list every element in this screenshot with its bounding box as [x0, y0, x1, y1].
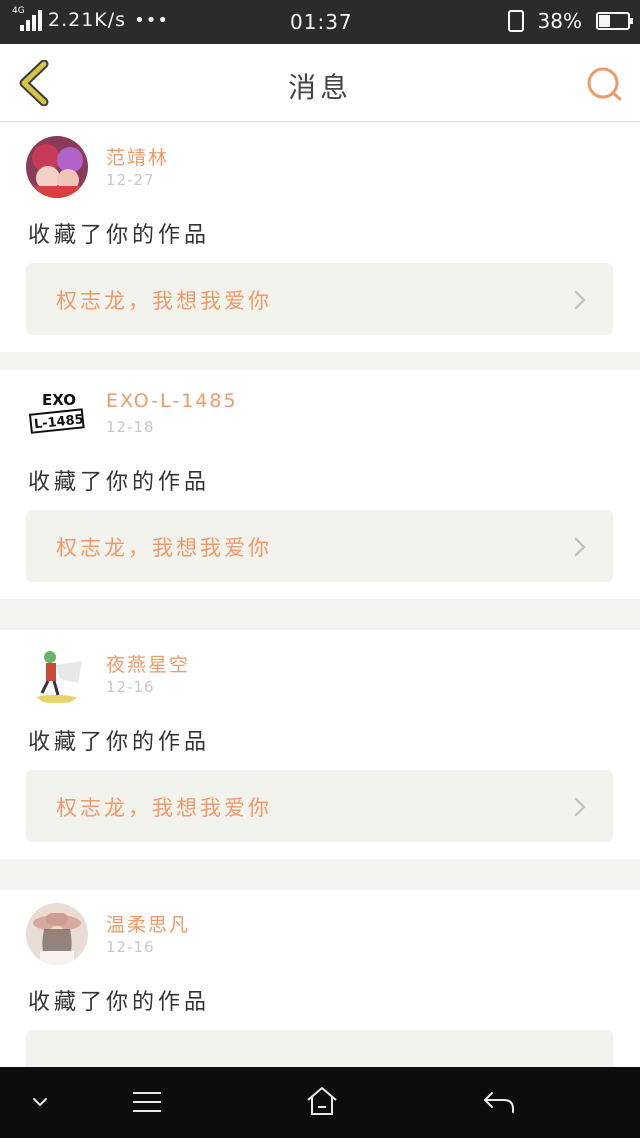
notification-date: 12-18	[106, 418, 155, 436]
status-right: 38%	[507, 9, 633, 33]
work-link[interactable]: 权志龙，我想我爱你	[26, 263, 613, 335]
notification-action: 收藏了你的作品	[28, 990, 211, 1015]
work-title: 权志龙，我想我爱你	[56, 289, 272, 313]
notification-date: 12-27	[106, 171, 155, 189]
avatar[interactable]	[26, 643, 88, 705]
cartoon-avatar-icon	[26, 643, 88, 705]
system-nav-bar	[0, 1067, 640, 1138]
work-link[interactable]	[26, 1030, 613, 1067]
chevron-right-icon	[574, 290, 586, 310]
avatar-text-top: EXO	[42, 391, 76, 409]
anime-avatar-icon	[26, 136, 88, 198]
battery-icon	[596, 12, 633, 30]
work-title: 权志龙，我想我爱你	[56, 796, 272, 820]
notification-date: 12-16	[106, 678, 155, 696]
page-title: 消息	[287, 71, 352, 104]
work-link[interactable]: 权志龙，我想我爱你	[26, 770, 613, 842]
username[interactable]: 范靖林	[106, 143, 169, 170]
username[interactable]: EXO-L-1485	[106, 390, 238, 412]
search-icon[interactable]	[584, 64, 624, 104]
username[interactable]: 夜燕星空	[106, 650, 190, 677]
username[interactable]: 温柔思凡	[106, 910, 190, 937]
vibrate-icon	[507, 10, 524, 32]
menu-icon[interactable]	[131, 1089, 163, 1115]
network-type: 4G	[12, 6, 25, 16]
notification-action: 收藏了你的作品	[28, 730, 211, 755]
avatar[interactable]	[26, 903, 88, 965]
notification-action: 收藏了你的作品	[28, 470, 211, 495]
chevron-right-icon	[574, 797, 586, 817]
notification-date: 12-16	[106, 938, 155, 956]
network-speed: 2.21K/s	[48, 9, 127, 31]
work-link[interactable]: 权志龙，我想我爱你	[26, 510, 613, 582]
chevron-right-icon	[574, 537, 586, 557]
battery-fill	[599, 15, 611, 27]
work-title: 权志龙，我想我爱你	[56, 536, 272, 560]
notification-card: 温柔思凡 12-16 收藏了你的作品	[0, 890, 640, 1067]
status-clock: 01:37	[290, 10, 353, 34]
back-icon[interactable]	[482, 1089, 516, 1115]
more-notifications-icon: •••	[134, 9, 169, 31]
status-left: 4G 2.21K/s •••	[10, 6, 169, 31]
notification-list[interactable]: 范靖林 12-27 收藏了你的作品 权志龙，我想我爱你 EXO L-1485 E…	[0, 123, 640, 1067]
avatar[interactable]	[26, 136, 88, 198]
status-bar: 4G 2.21K/s ••• 01:37 38%	[0, 0, 640, 44]
notification-action: 收藏了你的作品	[28, 223, 211, 248]
battery-percent: 38%	[537, 9, 582, 33]
notification-card: 夜燕星空 12-16 收藏了你的作品 权志龙，我想我爱你	[0, 630, 640, 859]
avatar[interactable]: EXO L-1485	[26, 383, 88, 445]
exo-logo-avatar-icon: EXO L-1485	[28, 391, 85, 434]
photo-avatar-icon	[26, 903, 88, 965]
home-icon[interactable]	[305, 1085, 339, 1117]
header-bar: 消息	[0, 44, 640, 122]
collapse-icon[interactable]	[30, 1095, 50, 1109]
notification-card: EXO L-1485 EXO-L-1485 12-18 收藏了你的作品 权志龙，…	[0, 370, 640, 599]
notification-card: 范靖林 12-27 收藏了你的作品 权志龙，我想我爱你	[0, 123, 640, 352]
